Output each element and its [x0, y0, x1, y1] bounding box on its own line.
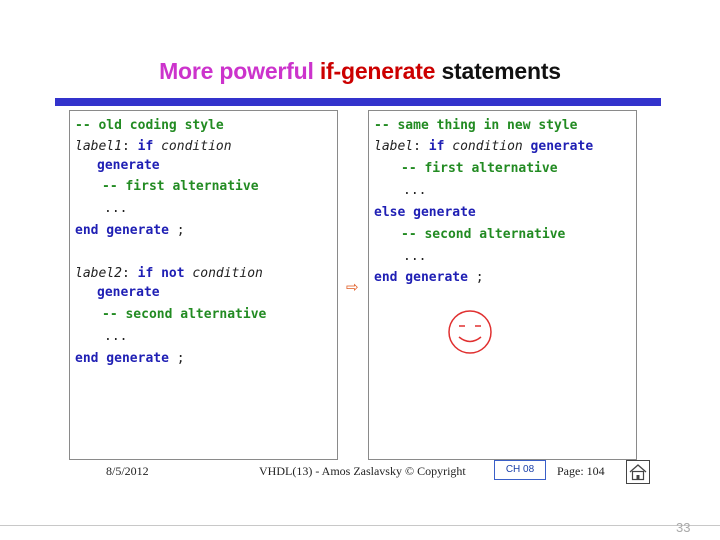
left-semicolon-2: ; — [168, 351, 185, 366]
left-end-generate-2: end generate — [75, 351, 169, 366]
right-arrow-icon: ⇨ — [346, 279, 359, 296]
left-condition-1: condition — [153, 139, 232, 154]
title-part-2: if-generate — [319, 58, 436, 84]
left-code-line-8: generate — [97, 285, 160, 300]
right-code-line-8: end generate ; — [374, 270, 484, 286]
footer-copyright: VHDL(13) - Amos Zaslavsky © Copyright — [259, 464, 466, 478]
left-label2: label2 — [75, 266, 122, 281]
right-colon: : — [413, 139, 429, 154]
left-code-line-4: -- first alternative — [102, 179, 259, 194]
left-code-line-3: generate — [97, 158, 160, 173]
smiley-face-icon — [448, 310, 492, 354]
right-semicolon: ; — [467, 270, 484, 285]
left-end-generate-1: end generate — [75, 223, 169, 238]
right-condition: condition — [444, 139, 531, 154]
right-label: label — [374, 139, 414, 154]
left-code-line-9: -- second alternative — [102, 307, 267, 322]
left-code-line-1: -- old coding style — [75, 118, 224, 133]
chapter-badge[interactable]: CH 08 — [494, 460, 546, 480]
slide-page-number: 33 — [676, 520, 691, 535]
right-generate-keyword: generate — [530, 139, 594, 154]
right-end-generate: end generate — [374, 270, 468, 285]
title-divider — [55, 98, 661, 106]
right-code-line-1: -- same thing in new style — [374, 118, 578, 133]
left-code-line-6: end generate ; — [75, 223, 185, 239]
left-condition-2: condition — [184, 266, 263, 281]
left-label1: label1 — [75, 139, 122, 154]
footer-page: Page: 104 — [557, 464, 605, 478]
right-code-line-3: -- first alternative — [401, 161, 558, 176]
footer-date: 8/5/2012 — [106, 464, 149, 478]
left-code-line-10: ... — [104, 329, 128, 344]
left-colon-1: : — [121, 139, 138, 154]
left-code-line-5: ... — [104, 201, 128, 216]
right-code-line-5: else generate — [374, 205, 476, 220]
right-code-line-6: -- second alternative — [401, 227, 566, 242]
title-part-1: More powerful — [159, 58, 320, 84]
left-if-keyword: if — [137, 139, 154, 154]
left-code-line-11: end generate ; — [75, 351, 185, 367]
right-code-line-2: label: if condition generate — [374, 139, 593, 155]
title-part-3: statements — [435, 58, 561, 84]
right-code-line-7: ... — [403, 249, 427, 264]
left-code-line-2: label1: if condition — [75, 139, 232, 155]
left-code-line-7: label2: if not condition — [75, 266, 263, 282]
right-code-line-4: ... — [403, 183, 427, 198]
left-semicolon-1: ; — [168, 223, 185, 238]
right-if-keyword: if — [428, 139, 445, 154]
home-icon[interactable] — [626, 460, 650, 484]
left-if-not-keyword: if not — [137, 266, 185, 281]
bottom-divider — [0, 525, 720, 526]
left-colon-2: : — [121, 266, 138, 281]
slide-title: More powerful if-generate statements — [0, 58, 720, 85]
